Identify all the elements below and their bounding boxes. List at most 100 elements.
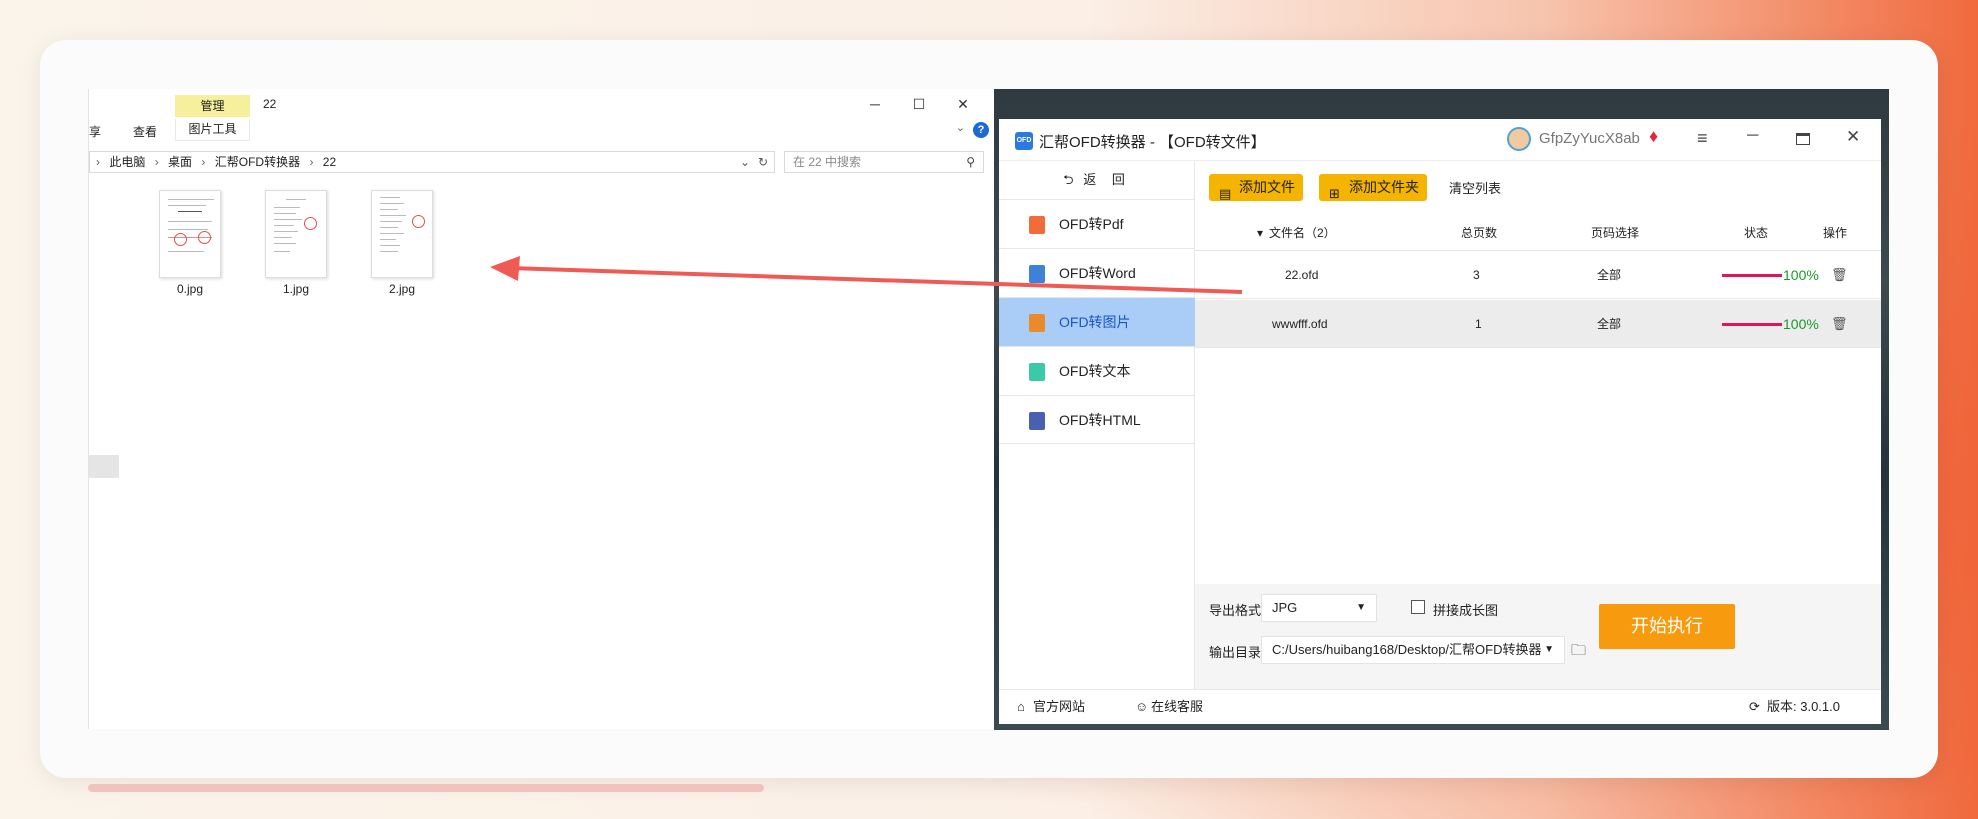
format-value: JPG bbox=[1272, 600, 1298, 615]
document-thumbnail-icon bbox=[265, 190, 327, 278]
ribbon-tab-share[interactable]: 享 bbox=[89, 123, 101, 140]
cell-status: 100% bbox=[1783, 316, 1819, 332]
file-item[interactable]: 2.jpg bbox=[370, 190, 434, 296]
home-icon: ⌂ bbox=[1017, 699, 1025, 714]
app-logo-icon: OFD bbox=[1015, 132, 1033, 150]
file-item[interactable]: 0.jpg bbox=[158, 190, 222, 296]
add-folder-label: 添加文件夹 bbox=[1349, 179, 1419, 195]
file-name: 1.jpg bbox=[282, 282, 310, 296]
table-row[interactable]: 22.ofd 3 全部 100% 🗑 bbox=[1195, 251, 1881, 299]
document-thumbnail-icon bbox=[371, 190, 433, 278]
selection-highlight bbox=[89, 455, 119, 478]
hamburger-menu-icon[interactable]: ≡ bbox=[1697, 128, 1708, 149]
table-row[interactable]: wwwfff.ofd 1 全部 100% 🗑 bbox=[1195, 300, 1881, 348]
trash-icon[interactable]: 🗑 bbox=[1831, 251, 1848, 299]
explorer-window-title: 22 bbox=[263, 97, 277, 111]
ribbon-context-tab[interactable]: 管理 bbox=[175, 95, 250, 117]
minimize-icon[interactable]: ─ bbox=[853, 91, 897, 117]
back-label: 返 回 bbox=[1083, 172, 1131, 187]
merge-label[interactable]: 拼接成长图 bbox=[1433, 600, 1498, 619]
table-header: ▾ 文件名（2） 总页数 页码选择 状态 操作 bbox=[1195, 215, 1881, 251]
sidebar-item-image[interactable]: OFD转图片 bbox=[999, 297, 1195, 346]
breadcrumb-separator-icon: › bbox=[201, 155, 206, 169]
merge-checkbox[interactable] bbox=[1411, 600, 1425, 614]
explorer-window-controls: ─ ☐ ✕ bbox=[853, 91, 985, 117]
html-icon bbox=[1029, 412, 1045, 430]
maximize-icon[interactable]: ☐ bbox=[897, 91, 941, 117]
converter-title-bar: OFD 汇帮OFD转换器 - 【OFD转文件】 GfpZyYucX8ab ♦ ≡… bbox=[999, 119, 1881, 161]
sidebar-item-label: OFD转Pdf bbox=[1059, 216, 1124, 232]
ribbon-tab-view[interactable]: 查看 bbox=[133, 123, 157, 140]
add-folder-button[interactable]: ⊞ 添加文件夹 bbox=[1319, 174, 1427, 201]
format-label: 导出格式: bbox=[1209, 603, 1265, 618]
pdf-icon bbox=[1029, 216, 1045, 234]
column-header-name[interactable]: 文件名（2） bbox=[1269, 215, 1336, 251]
file-icon: ▤ bbox=[1219, 186, 1232, 201]
add-file-button[interactable]: ▤ 添加文件 bbox=[1209, 174, 1303, 201]
document-thumbnail-icon bbox=[159, 190, 221, 278]
close-icon[interactable]: ✕ bbox=[941, 91, 985, 117]
refresh-icon[interactable]: ⟳ bbox=[1749, 690, 1760, 724]
explorer-title-bar: 管理 22 ─ ☐ ✕ bbox=[89, 89, 995, 117]
close-icon[interactable]: ✕ bbox=[1846, 127, 1860, 147]
sort-caret-icon[interactable]: ▾ bbox=[1257, 215, 1263, 251]
sidebar-item-word[interactable]: OFD转Word bbox=[999, 248, 1195, 297]
sidebar-item-text[interactable]: OFD转文本 bbox=[999, 346, 1195, 395]
breadcrumb-this-pc[interactable]: 此电脑 bbox=[109, 155, 145, 169]
vip-diamond-icon[interactable]: ♦ bbox=[1649, 126, 1658, 147]
address-bar[interactable]: › 此电脑 › 桌面 › 汇帮OFD转换器 › 22 ⌄ ↻ bbox=[89, 151, 775, 173]
cell-page-select[interactable]: 全部 bbox=[1597, 300, 1621, 348]
horizontal-scrollbar[interactable] bbox=[88, 784, 764, 792]
sidebar-item-html[interactable]: OFD转HTML bbox=[999, 395, 1195, 444]
sidebar-item-label: OFD转图片 bbox=[1059, 314, 1131, 330]
word-icon bbox=[1029, 265, 1045, 283]
sidebar-item-label: OFD转文本 bbox=[1059, 363, 1131, 379]
file-item[interactable]: 1.jpg bbox=[264, 190, 328, 296]
app-title: 汇帮OFD转换器 - 【OFD转文件】 bbox=[1039, 134, 1266, 151]
address-dropdown-icon[interactable]: ⌄ bbox=[740, 152, 750, 172]
format-select[interactable]: JPG ▼ bbox=[1261, 594, 1377, 622]
file-explorer-window: 管理 22 ─ ☐ ✕ 享 查看 图片工具 ⌄ ? › 此电脑 › 桌面 › 汇… bbox=[88, 89, 994, 729]
dropdown-caret-icon: ▼ bbox=[1544, 644, 1554, 655]
avatar[interactable] bbox=[1507, 127, 1531, 151]
file-name: 2.jpg bbox=[388, 282, 416, 296]
output-dir-label: 输出目录: bbox=[1209, 645, 1265, 660]
main-panel: ▤ 添加文件 ⊞ 添加文件夹 清空列表 ▾ 文件名（2） 总页数 页码选择 状态… bbox=[1195, 161, 1881, 689]
dropdown-caret-icon: ▼ bbox=[1356, 602, 1366, 613]
converter-footer: ⌂ 官方网站 ☺ 在线客服 ⟳ 版本: 3.0.1.0 bbox=[999, 689, 1881, 724]
maximize-icon[interactable] bbox=[1796, 133, 1810, 145]
help-icon[interactable]: ? bbox=[973, 122, 989, 138]
output-dir-value: C:/Users/huibang168/Desktop/汇帮OFD转换器 bbox=[1272, 642, 1542, 657]
breadcrumb-desktop[interactable]: 桌面 bbox=[168, 155, 192, 169]
back-button[interactable]: ⮌ 返 回 bbox=[999, 161, 1195, 199]
ribbon-tab-picture-tools[interactable]: 图片工具 bbox=[175, 119, 250, 141]
search-input[interactable]: 在 22 中搜索 ⚲ bbox=[784, 151, 984, 173]
username[interactable]: GfpZyYucX8ab bbox=[1539, 130, 1640, 147]
chevron-down-icon[interactable]: ⌄ bbox=[956, 121, 965, 134]
website-link[interactable]: 官方网站 bbox=[1033, 690, 1085, 724]
cell-pages: 3 bbox=[1473, 268, 1480, 282]
minimize-icon[interactable]: ─ bbox=[1747, 127, 1758, 145]
breadcrumb-converter-folder[interactable]: 汇帮OFD转换器 bbox=[215, 155, 300, 169]
refresh-icon[interactable]: ↻ bbox=[758, 152, 768, 172]
output-dir-select[interactable]: C:/Users/huibang168/Desktop/汇帮OFD转换器 ▼ bbox=[1261, 636, 1565, 664]
add-file-label: 添加文件 bbox=[1239, 179, 1295, 195]
column-header-status: 状态 bbox=[1744, 226, 1769, 240]
export-settings-panel: 导出格式: JPG ▼ 拼接成长图 输出目录: C:/Users/huibang… bbox=[1195, 584, 1881, 689]
cell-pages: 1 bbox=[1475, 317, 1482, 331]
trash-icon[interactable]: 🗑 bbox=[1831, 300, 1848, 348]
sidebar-item-pdf[interactable]: OFD转Pdf bbox=[999, 199, 1195, 248]
file-name: 0.jpg bbox=[176, 282, 204, 296]
breadcrumb-separator-icon: › bbox=[96, 155, 100, 169]
support-link[interactable]: 在线客服 bbox=[1151, 690, 1203, 724]
cell-page-select[interactable]: 全部 bbox=[1597, 251, 1621, 299]
image-icon bbox=[1029, 314, 1045, 332]
breadcrumb-separator-icon: › bbox=[154, 155, 159, 169]
text-icon bbox=[1029, 363, 1045, 381]
search-icon: ⚲ bbox=[966, 155, 975, 169]
explorer-ribbon: 享 查看 图片工具 ⌄ ? bbox=[89, 119, 995, 141]
breadcrumb-current-folder[interactable]: 22 bbox=[323, 155, 336, 169]
clear-list-button[interactable]: 清空列表 bbox=[1449, 175, 1501, 202]
start-button[interactable]: 开始执行 bbox=[1599, 604, 1735, 649]
folder-open-icon[interactable]: 🗀 bbox=[1571, 640, 1586, 665]
